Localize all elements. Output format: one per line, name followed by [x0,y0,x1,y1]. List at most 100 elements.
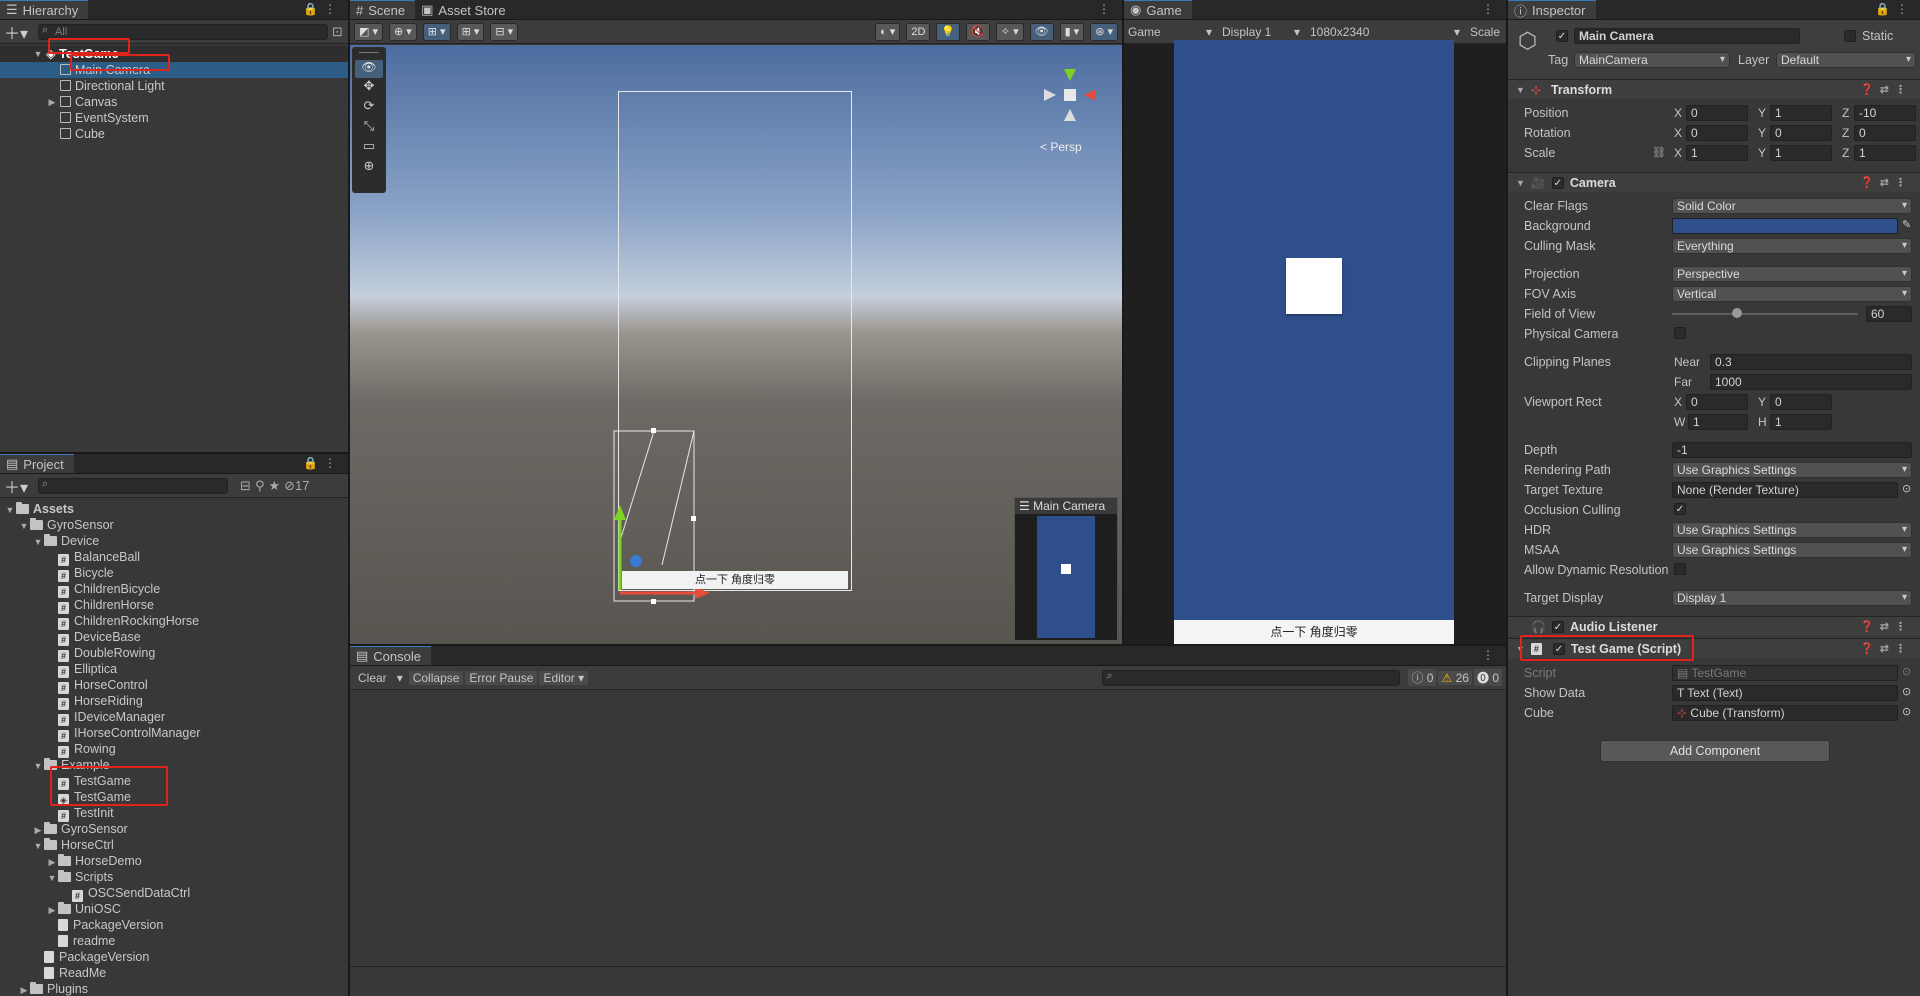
warning-toggle[interactable]: ⚠ 26 [1438,670,1472,685]
scale-x-field[interactable]: 1 [1686,145,1748,161]
search-by-label-icon[interactable]: ⚲ [255,478,265,494]
hierarchy-item[interactable]: Main Camera [0,62,348,78]
expand-arrow-icon[interactable]: ▼ [46,870,58,886]
project-tree-item[interactable]: # HorseRiding [0,693,348,710]
audio-listener-checkbox[interactable]: ✓ [1551,620,1564,633]
add-icon[interactable]: ＋▾ [4,20,28,44]
layer-dropdown[interactable]: Default [1776,52,1916,68]
rotation-y-axis-label[interactable]: Y [1758,126,1766,140]
expand-arrow-icon[interactable]: ▼ [32,758,44,774]
project-tree-item[interactable]: ▼ HorseCtrl [0,837,348,853]
move-tool-icon[interactable]: ✥ [355,78,383,98]
far-field[interactable]: 1000 [1710,374,1912,390]
project-tree-item[interactable]: ▶ UniOSC [0,901,348,917]
expand-arrow-icon[interactable]: ▶ [32,822,44,838]
object-name-field[interactable]: Main Camera [1574,28,1800,44]
component-menu-icons[interactable]: ❓⇄⋮ [1860,620,1912,633]
expand-arrow-icon[interactable]: ▶ [46,902,58,918]
hidden-packages-icon[interactable]: ⊘17 [284,478,309,494]
project-tree-item[interactable]: ▼ GyroSensor [0,517,348,533]
tab-game[interactable]: ◉ Game [1124,0,1192,19]
active-checkbox[interactable]: ✓ [1556,30,1568,42]
occlusion-culling-checkbox[interactable]: ✓ [1674,503,1686,515]
target-texture-field[interactable]: None (Render Texture) [1672,482,1898,498]
position-y-axis-label[interactable]: Y [1758,106,1766,120]
object-picker-icon[interactable]: ⊙ [1902,685,1911,698]
rotation-x-axis-label[interactable]: X [1674,126,1682,140]
2d-toggle-button[interactable]: 2D [906,22,931,41]
clear-options-icon[interactable]: ▾ [393,671,407,685]
scale-z-axis-label[interactable]: Z [1842,146,1849,160]
persp-label[interactable]: < Persp [1040,140,1082,154]
orientation-gizmo-icon[interactable] [1030,55,1110,135]
project-tree-item[interactable]: ◈ TestGame [0,789,348,806]
game-mode-dropdown[interactable]: Game ▾ [1128,25,1214,39]
camera-header[interactable]: ▼ 🎥 ✓ Camera ❓⇄⋮ [1508,172,1920,192]
tab-console[interactable]: ▤ Console [350,646,431,665]
search-by-type-icon[interactable]: ⊟ [240,478,251,494]
camera-settings-button[interactable]: ▮ ▾ [1059,22,1085,41]
transform-header[interactable]: ▼ ⊹ Transform ❓⇄⋮ [1508,79,1920,99]
scene-root[interactable]: ▼ ◈ TestGame [0,46,348,62]
target-display-dropdown[interactable]: Display 1 [1672,590,1912,606]
audio-listener-header[interactable]: 🎧 ✓ Audio Listener ❓⇄⋮ [1508,616,1920,636]
scene-viewport[interactable]: 点一下 角度归零 👁 ✥ ⟳ ⤡ ▭ ⊕ < Persp ☰ Main Came… [350,45,1122,644]
hierarchy-item[interactable]: ▶ Canvas [0,94,348,110]
depth-field[interactable]: -1 [1672,442,1912,458]
position-x-axis-label[interactable]: X [1674,106,1682,120]
collapse-button[interactable]: Collapse [408,670,464,685]
foldout-arrow-icon[interactable]: ▼ [1516,178,1525,188]
hierarchy-search-input[interactable]: All [38,23,329,40]
project-tree-item[interactable]: # HorseControl [0,677,348,694]
project-tree-item[interactable]: # BalanceBall [0,549,348,566]
tag-dropdown[interactable]: MainCamera [1574,52,1730,68]
cube-field[interactable]: ⊹ Cube (Transform) [1672,705,1898,721]
foldout-arrow-icon[interactable]: ▼ [1516,644,1525,654]
position-y-field[interactable]: 1 [1770,105,1832,121]
tab-scene[interactable]: # Scene [350,0,416,19]
clear-button[interactable]: Clear [354,671,391,685]
panel-menu-icons[interactable]: 🔒⋮ [303,2,342,16]
eyedropper-icon[interactable]: ✎ [1902,218,1911,231]
add-icon[interactable]: ＋▾ [4,474,28,498]
hdr-dropdown[interactable]: Use Graphics Settings [1672,522,1912,538]
test-game-script-header[interactable]: ▼ # ✓ Test Game (Script) ❓⇄⋮ [1508,638,1920,658]
editor-dropdown[interactable]: Editor ▾ [539,670,589,685]
panel-menu-icons[interactable]: 🔒⋮ [1875,2,1914,16]
project-tree-item[interactable]: ReadMe [0,965,348,981]
project-tree-item[interactable]: ▶ Plugins [0,981,348,996]
project-tree-item[interactable]: ▼ Scripts [0,869,348,885]
project-tree-item[interactable]: PackageVersion [0,917,348,933]
project-tree-item[interactable]: ▼ Device [0,533,348,549]
project-tree-item[interactable]: ▼ Example [0,757,348,773]
project-tree-item[interactable]: # IDeviceManager [0,709,348,726]
project-tree-item[interactable]: # Elliptica [0,661,348,678]
project-tree-item[interactable]: # DeviceBase [0,629,348,646]
physical-camera-checkbox[interactable] [1674,327,1686,339]
scale-y-field[interactable]: 1 [1770,145,1832,161]
project-tree-item[interactable]: ▶ GyroSensor [0,821,348,837]
snap-increment-button[interactable]: ⊞ ▾ [456,22,485,41]
background-color-field[interactable] [1672,218,1898,234]
expand-arrow-icon[interactable]: ▼ [32,838,44,854]
hierarchy-item[interactable]: EventSystem [0,110,348,126]
show-data-field[interactable]: T Text (Text) [1672,685,1898,701]
expand-arrow-icon[interactable]: ▼ [32,46,44,62]
position-z-field[interactable]: -10 [1854,105,1916,121]
fov-axis-dropdown[interactable]: Vertical [1672,286,1912,302]
constrain-proportions-icon[interactable]: ⛓ [1652,146,1666,159]
fov-field[interactable]: 60 [1866,306,1912,322]
tab-hierarchy[interactable]: ☰ Hierarchy [0,0,89,19]
projection-dropdown[interactable]: Perspective [1672,266,1912,282]
panel-menu-icons[interactable]: ⋮ [1482,648,1500,662]
hidden-objects-icon[interactable]: 👁 [1029,22,1054,41]
expand-arrow-icon[interactable]: ▼ [32,534,44,550]
game-viewport[interactable]: 点一下 角度归零 [1174,40,1454,644]
project-tree-item[interactable]: # Bicycle [0,565,348,582]
grid-snap-button[interactable]: ⊞ ▾ [422,22,451,41]
tab-project[interactable]: ▤ Project [0,454,74,473]
panel-menu-icons[interactable]: 🔒⋮ [303,456,342,470]
favorite-icon[interactable]: ★ [268,478,280,494]
vp-h-field[interactable]: 1 [1770,414,1832,430]
rotation-y-field[interactable]: 0 [1770,125,1832,141]
